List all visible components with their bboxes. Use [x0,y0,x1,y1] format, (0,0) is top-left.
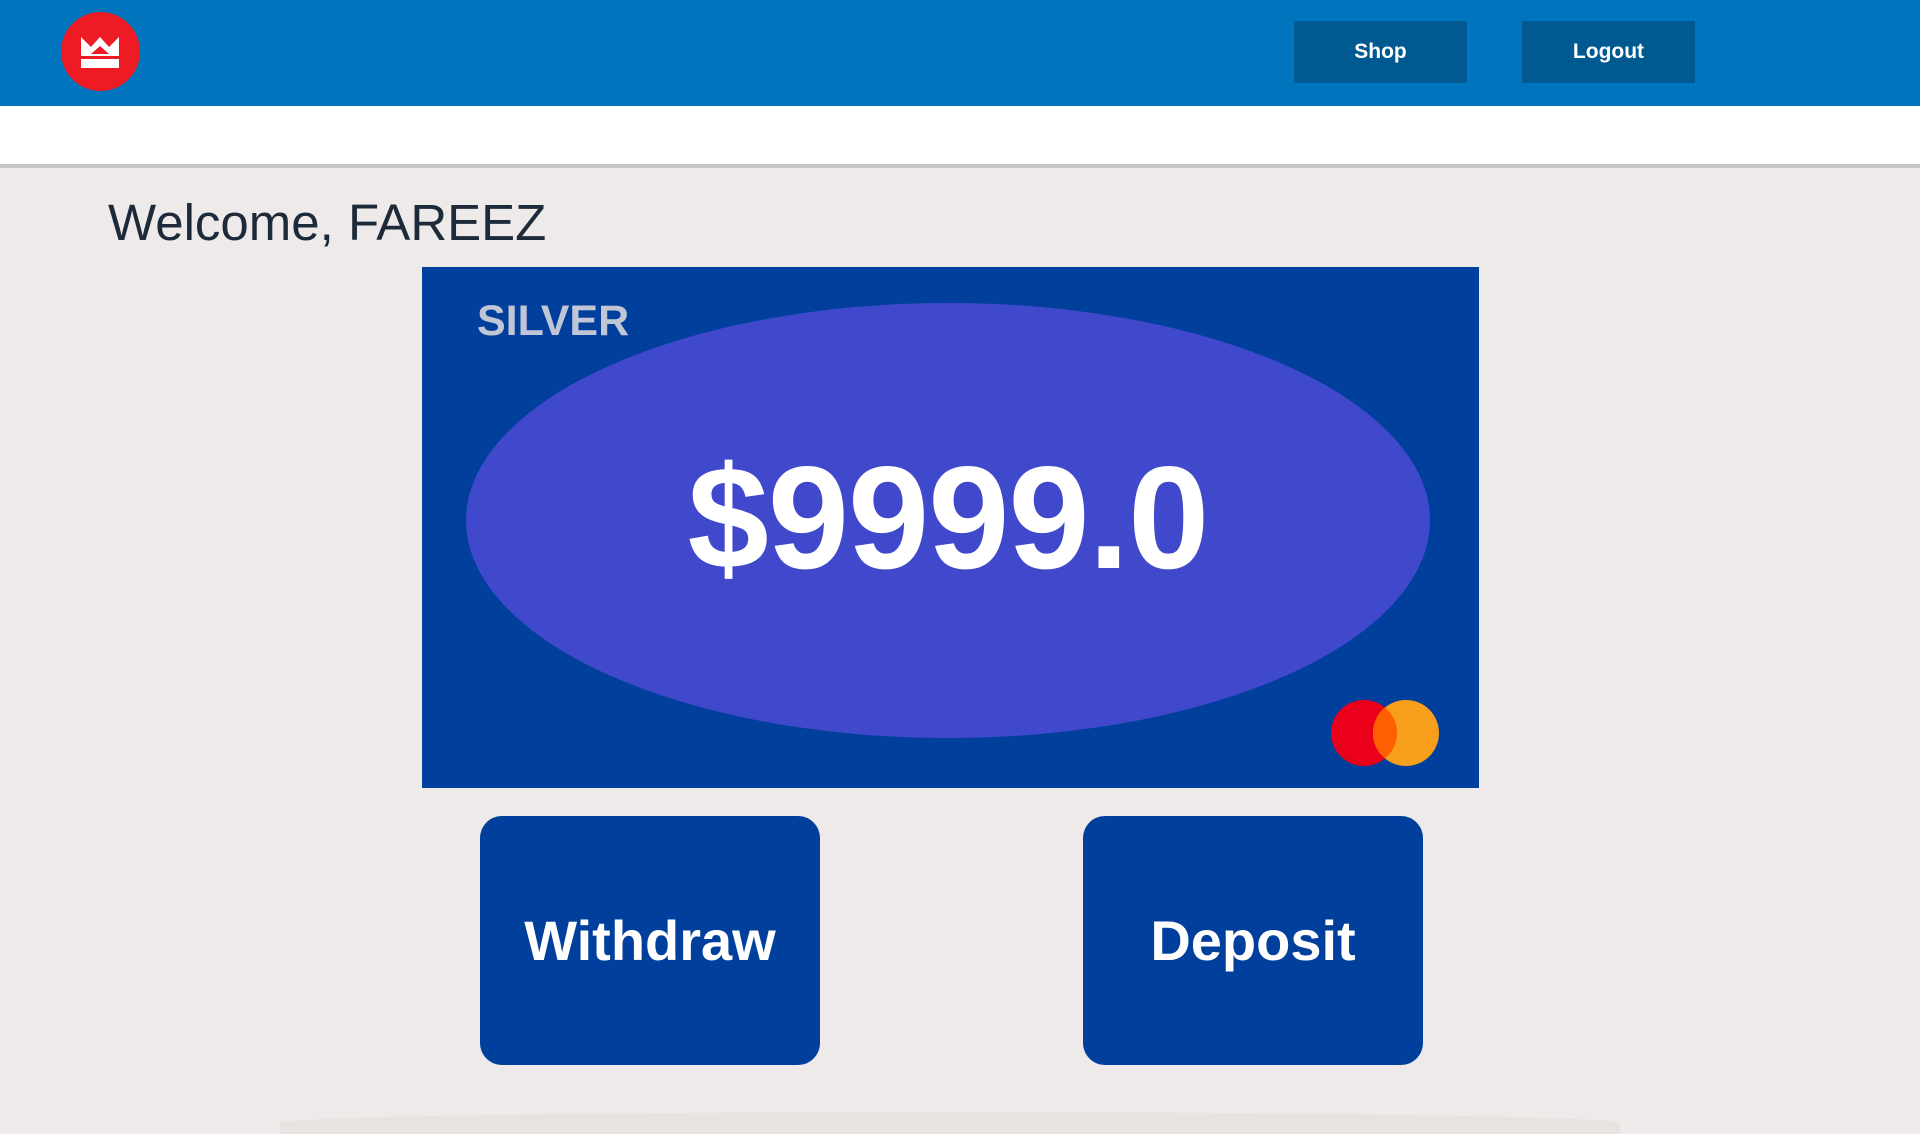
account-card: SILVER $9999.0 [422,267,1479,788]
account-balance: $9999.0 [687,436,1210,599]
top-navigation-bar: Shop Logout [0,0,1920,106]
welcome-heading: Welcome, FAREEZ [108,194,547,251]
deposit-button[interactable]: Deposit [1083,816,1423,1065]
secondary-bar [0,106,1920,168]
shop-button[interactable]: Shop [1294,21,1467,83]
bmo-logo-icon[interactable] [61,12,140,91]
bottom-shadow [280,1112,1620,1134]
bmo-logo-mark [81,37,119,68]
card-tier-label: SILVER [477,297,630,345]
mastercard-icon [1331,700,1439,766]
logout-button[interactable]: Logout [1522,21,1695,83]
withdraw-button[interactable]: Withdraw [480,816,820,1065]
